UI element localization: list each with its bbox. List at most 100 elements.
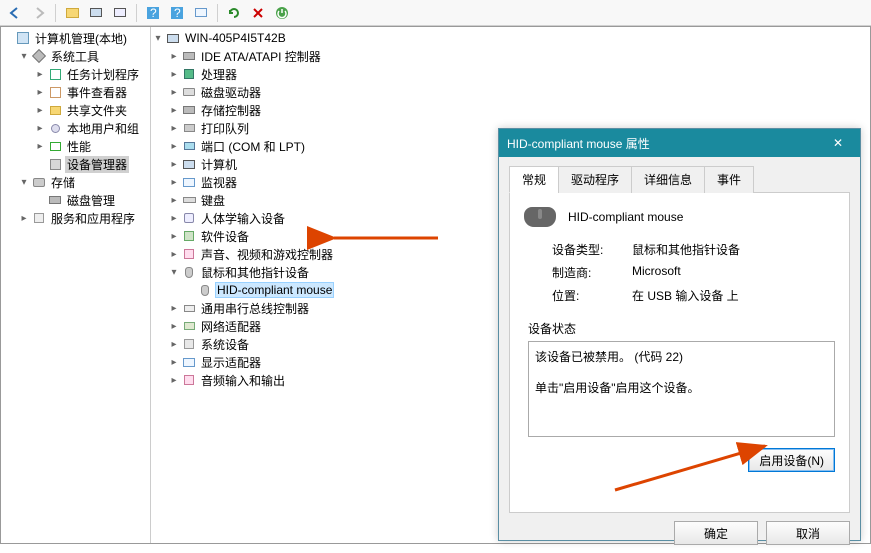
- enable-device-button[interactable]: 启用设备(N): [748, 448, 835, 472]
- device-type-icon: [182, 265, 196, 279]
- chevron-down-icon[interactable]: ▾: [153, 33, 163, 44]
- device-type-icon: [182, 157, 196, 171]
- tab-general[interactable]: 常规: [509, 166, 559, 193]
- chevron-icon[interactable]: ▸: [169, 375, 179, 386]
- status-text[interactable]: [528, 341, 835, 437]
- delete-icon[interactable]: [247, 2, 269, 24]
- row-type-val: 鼠标和其他指针设备: [632, 241, 740, 258]
- chevron-icon[interactable]: ▸: [169, 51, 179, 62]
- back-button[interactable]: [4, 2, 26, 24]
- dev-item-label: 音频输入和输出: [199, 372, 287, 389]
- chevron-right-icon[interactable]: ▸: [35, 123, 45, 134]
- device-type-icon: [182, 373, 196, 387]
- chevron-right-icon[interactable]: ▸: [35, 87, 45, 98]
- tree-event-viewer[interactable]: ▸事件查看器: [35, 83, 148, 101]
- dev-item-label: 计算机: [199, 156, 239, 173]
- chevron-icon[interactable]: ▸: [169, 303, 179, 314]
- dev-item-label: 磁盘驱动器: [199, 84, 263, 101]
- cancel-button[interactable]: 取消: [766, 521, 850, 545]
- dev-item-label: 监视器: [199, 174, 239, 191]
- tree-systools[interactable]: ▾系统工具: [19, 47, 148, 65]
- device-type-icon: [182, 211, 196, 225]
- ok-button[interactable]: 确定: [674, 521, 758, 545]
- row-loc-key: 位置:: [552, 287, 632, 304]
- chevron-icon[interactable]: ▸: [169, 159, 179, 170]
- device-type-icon: [182, 337, 196, 351]
- mouse-icon: [524, 207, 556, 227]
- tree-local-users[interactable]: ▸本地用户和组: [35, 119, 148, 137]
- chevron-icon[interactable]: ▸: [169, 339, 179, 350]
- chevron-icon[interactable]: ▸: [169, 195, 179, 206]
- dev-root[interactable]: ▾WIN-405P4I5T42B: [153, 29, 868, 47]
- dev-item-label: IDE ATA/ATAPI 控制器: [199, 48, 323, 65]
- chevron-right-icon[interactable]: ▸: [35, 105, 45, 116]
- chevron-icon[interactable]: ▸: [169, 105, 179, 116]
- tree-storage[interactable]: ▾存储: [19, 173, 148, 191]
- tree-services-apps[interactable]: ▸服务和应用程序: [19, 209, 148, 227]
- device-type-icon: [182, 139, 196, 153]
- status-label: 设备状态: [528, 320, 835, 337]
- device-type-icon: [182, 103, 196, 117]
- dev-item[interactable]: ▸ IDE ATA/ATAPI 控制器: [169, 47, 868, 65]
- dev-item[interactable]: ▸ 存储控制器: [169, 101, 868, 119]
- tree-shared-folders[interactable]: ▸共享文件夹: [35, 101, 148, 119]
- open-icon[interactable]: [61, 2, 83, 24]
- dev-item-label: 网络适配器: [199, 318, 263, 335]
- chevron-icon[interactable]: ▸: [169, 321, 179, 332]
- device-type-icon: [182, 67, 196, 81]
- tab-driver[interactable]: 驱动程序: [558, 166, 632, 193]
- tree-device-manager[interactable]: 设备管理器: [35, 155, 148, 173]
- device-type-icon: [182, 121, 196, 135]
- mgmt-tree[interactable]: 计算机管理(本地) ▾系统工具 ▸任务计划程序 ▸事件查看器 ▸共享文件夹 ▸本…: [1, 27, 151, 543]
- tree-root[interactable]: 计算机管理(本地): [3, 29, 148, 47]
- chevron-icon[interactable]: ▸: [169, 213, 179, 224]
- dialog-tabs: 常规 驱动程序 详细信息 事件: [509, 165, 850, 193]
- dev-item-label: 系统设备: [199, 336, 251, 353]
- svg-text:?: ?: [174, 7, 181, 19]
- chevron-icon[interactable]: ▸: [169, 69, 179, 80]
- row-vendor-val: Microsoft: [632, 264, 681, 281]
- help2-icon[interactable]: ?: [166, 2, 188, 24]
- chevron-icon[interactable]: ▸: [169, 123, 179, 134]
- device-type-icon: [182, 229, 196, 243]
- dev-item[interactable]: ▸处理器: [169, 65, 868, 83]
- dialog-titlebar[interactable]: HID-compliant mouse 属性 ✕: [499, 129, 860, 157]
- chevron-down-icon[interactable]: ▾: [19, 51, 29, 62]
- chevron-icon[interactable]: ▾: [169, 267, 179, 278]
- tree-perf[interactable]: ▸性能: [35, 137, 148, 155]
- chevron-icon[interactable]: ▸: [169, 231, 179, 242]
- chevron-icon[interactable]: ▸: [169, 141, 179, 152]
- tree-disk-mgmt[interactable]: 磁盘管理: [35, 191, 148, 209]
- dev-item-label: 显示适配器: [199, 354, 263, 371]
- tab-details[interactable]: 详细信息: [631, 166, 705, 193]
- chevron-right-icon[interactable]: ▸: [35, 141, 45, 152]
- console-icon[interactable]: [109, 2, 131, 24]
- tree-task-scheduler[interactable]: ▸任务计划程序: [35, 65, 148, 83]
- chevron-icon[interactable]: ▸: [169, 249, 179, 260]
- device-type-icon: [182, 85, 196, 99]
- chevron-icon[interactable]: ▸: [169, 357, 179, 368]
- chevron-icon[interactable]: ▸: [169, 87, 179, 98]
- device-type-icon: [182, 247, 196, 261]
- chevron-right-icon[interactable]: ▸: [19, 213, 29, 224]
- tree-root-label: 计算机管理(本地): [33, 30, 129, 47]
- monitor2-icon[interactable]: [190, 2, 212, 24]
- chevron-icon[interactable]: ▸: [169, 177, 179, 188]
- refresh-icon[interactable]: [223, 2, 245, 24]
- help-icon[interactable]: ?: [142, 2, 164, 24]
- dev-child-label: HID-compliant mouse: [215, 282, 334, 298]
- close-icon[interactable]: ✕: [824, 133, 852, 153]
- dev-item[interactable]: ▸ 磁盘驱动器: [169, 83, 868, 101]
- dev-item-label: 声音、视频和游戏控制器: [199, 246, 335, 263]
- dev-item-label: 通用串行总线控制器: [199, 300, 311, 317]
- dev-item-label: 存储控制器: [199, 102, 263, 119]
- mouse-icon: [198, 283, 212, 297]
- row-type-key: 设备类型:: [552, 241, 632, 258]
- forward-button[interactable]: [28, 2, 50, 24]
- props-icon[interactable]: [85, 2, 107, 24]
- dev-item-label: 鼠标和其他指针设备: [199, 264, 311, 281]
- enable-icon[interactable]: [271, 2, 293, 24]
- tab-events[interactable]: 事件: [704, 166, 754, 193]
- chevron-right-icon[interactable]: ▸: [35, 69, 45, 80]
- chevron-down-icon[interactable]: ▾: [19, 177, 29, 188]
